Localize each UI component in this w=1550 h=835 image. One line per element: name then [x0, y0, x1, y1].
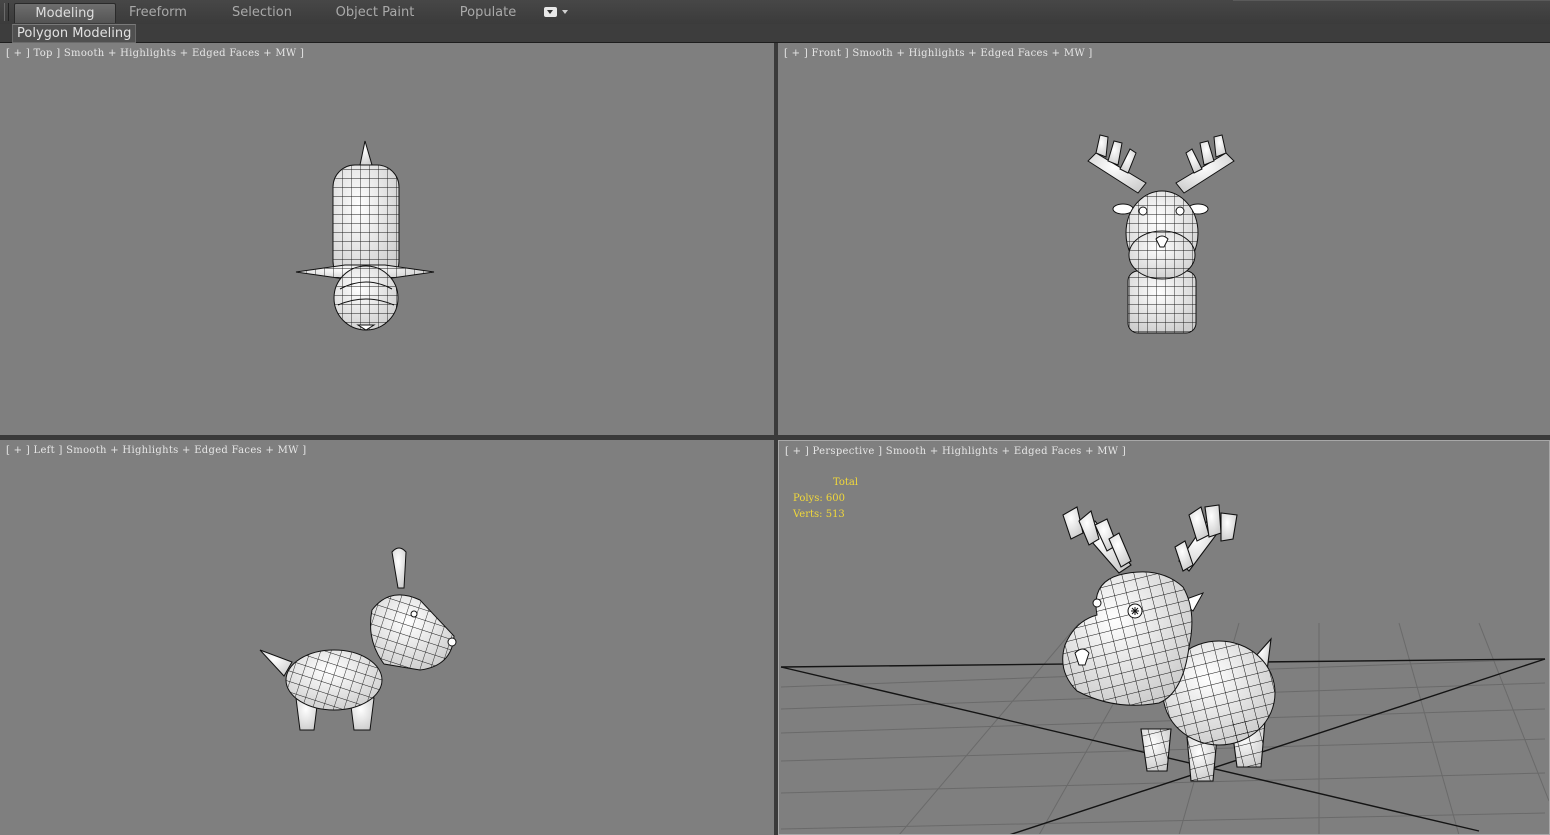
deer-model-perspective — [1062, 504, 1276, 782]
tab-freeform[interactable]: Freeform — [114, 3, 202, 22]
viewport-horizontal-divider[interactable] — [0, 435, 1550, 440]
chevron-down-icon — [562, 10, 568, 14]
perspective-scene — [780, 504, 1549, 834]
dropdown-menu-icon[interactable] — [544, 6, 570, 20]
tab-modeling[interactable]: Modeling — [14, 3, 116, 23]
ribbon-grip[interactable] — [4, 3, 9, 21]
model-front-view — [1087, 134, 1235, 334]
ribbon-divider — [1233, 0, 1550, 1]
tab-object-paint[interactable]: Object Paint — [325, 3, 425, 22]
model-top-view — [295, 140, 435, 331]
menu-box-icon — [544, 7, 557, 17]
ribbon-tab-bar: Modeling Freeform Selection Object Paint… — [0, 0, 1550, 25]
model-left-view — [259, 547, 457, 731]
tab-selection[interactable]: Selection — [218, 3, 306, 22]
viewport-top[interactable]: [ + ] Top ] Smooth + Highlights + Edged … — [0, 43, 774, 435]
viewport-front[interactable]: [ + ] Front ] Smooth + Highlights + Edge… — [778, 43, 1550, 435]
viewport-left[interactable]: [ + ] Left ] Smooth + Highlights + Edged… — [0, 440, 774, 835]
ribbon-panel-bar: Polygon Modeling — [0, 24, 1550, 43]
viewport-perspective[interactable]: [ + ] Perspective ] Smooth + Highlights … — [778, 440, 1550, 835]
tab-populate[interactable]: Populate — [444, 3, 532, 22]
polygon-modeling-panel[interactable]: Polygon Modeling — [12, 24, 137, 43]
